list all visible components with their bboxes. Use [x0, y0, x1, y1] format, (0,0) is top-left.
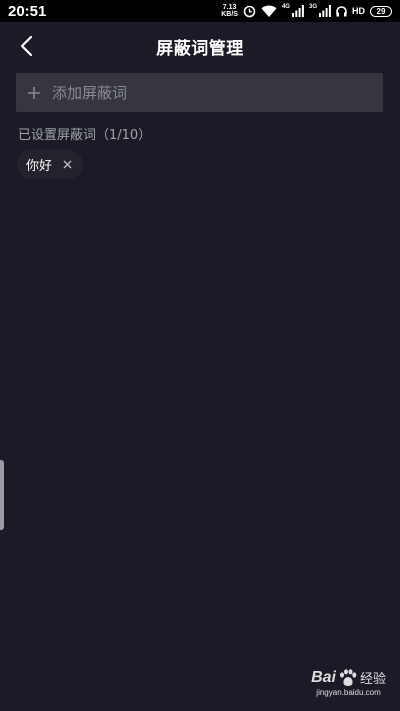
battery-icon: 29 — [370, 5, 392, 17]
baidu-jingyan-watermark: Bai 经验 jingyan.baidu.com — [311, 668, 386, 698]
network-type-label: 4G — [281, 4, 290, 10]
close-icon — [63, 160, 72, 169]
network-speed: 7.13 KB/S — [221, 4, 238, 18]
add-blocked-word-field[interactable] — [16, 73, 383, 112]
headphone-icon — [336, 3, 347, 19]
battery-level: 29 — [376, 6, 386, 16]
paw-icon — [339, 668, 357, 686]
header: 屏蔽词管理 — [0, 22, 400, 70]
status-bar: 20:51 7.13 KB/S 4G 3G HD 29 — [0, 0, 400, 22]
screen: 20:51 7.13 KB/S 4G 3G HD 29 屏蔽词管理 添加屏蔽词 … — [0, 0, 400, 711]
wifi-icon — [261, 3, 277, 19]
blocked-word-chip: 你好 — [17, 150, 83, 179]
alarm-icon — [243, 3, 256, 19]
signal-icon-2 — [319, 3, 331, 19]
watermark-logo: Bai 经验 — [311, 668, 386, 688]
blocked-word-label: 你好 — [26, 159, 53, 174]
network-speed-unit: KB/S — [221, 11, 238, 18]
network-speed-value: 7.13 — [222, 4, 237, 11]
hd-label: HD — [352, 6, 365, 16]
watermark-url: jingyan.baidu.com — [316, 688, 381, 697]
status-time: 20:51 — [8, 2, 47, 20]
plus-icon — [26, 85, 42, 101]
page-title: 屏蔽词管理 — [156, 39, 244, 59]
watermark-brand-suffix: 经验 — [359, 672, 386, 687]
remove-blocked-word-button[interactable] — [61, 159, 73, 171]
edge-drag-handle[interactable] — [0, 460, 4, 530]
add-blocked-word-input[interactable] — [52, 83, 383, 102]
network-type-label-2: 3G — [308, 4, 317, 10]
status-icons: 7.13 KB/S 4G 3G HD 29 — [221, 3, 392, 19]
signal-icon — [291, 3, 304, 19]
blocked-words-count-label: 已设置屏蔽词（1/10） — [18, 128, 152, 143]
watermark-brand: Bai — [311, 668, 336, 686]
